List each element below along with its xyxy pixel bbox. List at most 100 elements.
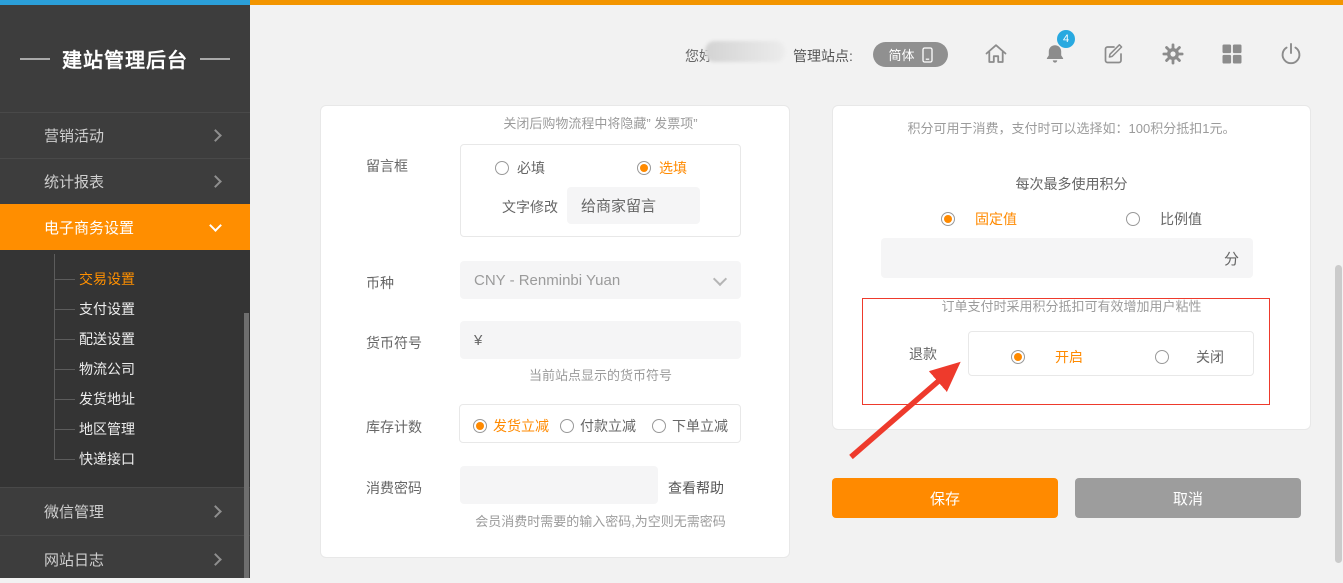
stock-option-order-radio[interactable]: 下单立减 [652,416,728,436]
sidebar-top-strip [0,0,250,5]
submenu-item-logistics-company[interactable]: 物流公司 [0,354,250,384]
title-dash-right [200,58,230,60]
message-text-value: 给商家留言 [581,195,656,216]
app-title-text: 建站管理后台 [62,44,188,73]
currency-symbol-note: 当前站点显示的货币符号 [460,365,741,384]
app-title: 建站管理后台 [0,5,250,112]
stock-count-group: 发货立减 付款立减 下单立减 [459,404,741,443]
radio-label: 发货立减 [493,416,549,436]
points-settings-panel: 积分可用于消费，支付时可以选择如：100积分抵扣1元。 每次最多使用积分 固定值… [832,105,1311,430]
submenu-item-region-management[interactable]: 地区管理 [0,414,250,444]
submenu-item-trade-settings[interactable]: 交易设置 [0,264,250,294]
save-button[interactable]: 保存 [832,478,1058,518]
chevron-right-icon [209,129,222,142]
ratio-value-radio[interactable]: 比例值 [1126,209,1202,229]
message-required-radio[interactable]: 必填 [495,158,545,178]
consume-password-label: 消费密码 [366,478,422,498]
message-box-label: 留言框 [366,156,408,176]
sidebar-item-label: 营销活动 [44,125,104,146]
chevron-down-icon [209,219,222,232]
sidebar: 建站管理后台 营销活动 统计报表 电子商务设置 交易设置 支付设置 配送设置 物… [0,0,250,578]
submenu-item-express-api[interactable]: 快递接口 [0,444,250,474]
settings-gear-icon[interactable] [1160,41,1186,67]
radio-label: 开启 [1055,347,1083,367]
sidebar-item-label: 统计报表 [44,171,104,192]
radio-label: 付款立减 [580,416,636,436]
currency-value: CNY - Renminbi Yuan [474,272,620,289]
submenu-item-shipping-address[interactable]: 发货地址 [0,384,250,414]
points-note: 积分可用于消费，支付时可以选择如：100积分抵扣1元。 [833,118,1310,137]
radio-selected-icon [1011,350,1025,364]
main-top-strip [250,0,1343,5]
message-optional-radio[interactable]: 选填 [637,158,687,178]
text-edit-label: 文字修改 [502,197,558,217]
radio-label: 固定值 [975,209,1017,229]
radio-unselected-icon [495,161,509,175]
chevron-right-icon [209,175,222,188]
trade-settings-panel: 关闭后购物流程中将隐藏” 发票项” 留言框 必填 选填 文字修改 给商家留言 币… [320,105,790,558]
currency-label: 币种 [366,273,394,293]
site-language-pill[interactable]: 简体 [873,42,948,67]
refund-label: 退款 [909,344,937,364]
radio-unselected-icon [560,419,574,433]
points-value-input[interactable]: 分 [881,238,1253,278]
apps-grid-icon[interactable] [1219,41,1245,67]
refund-group: 开启 关闭 [968,331,1254,376]
chevron-down-icon [713,272,727,286]
edit-icon[interactable] [1101,41,1127,67]
stock-count-label: 库存计数 [366,417,422,437]
radio-label: 关闭 [1196,347,1224,367]
manage-site-label: 管理站点: [793,46,853,66]
cancel-button[interactable]: 取消 [1075,478,1301,518]
radio-selected-icon [473,419,487,433]
chevron-right-icon [209,505,222,518]
sidebar-item-label: 网站日志 [44,549,104,570]
fixed-value-radio[interactable]: 固定值 [941,209,1017,229]
currency-symbol-label: 货币符号 [366,333,422,353]
sidebar-item-label: 微信管理 [44,501,104,522]
deduction-note: 订单支付时采用积分抵扣可有效增加用户粘性 [833,296,1310,315]
invoice-note: 关闭后购物流程中将隐藏” 发票项” [460,113,741,132]
home-icon[interactable] [983,41,1009,67]
radio-label: 选填 [659,158,687,178]
radio-selected-icon [637,161,651,175]
stock-option-ship-radio[interactable]: 发货立减 [473,416,549,436]
sidebar-item-site-log[interactable]: 网站日志 [0,535,250,583]
message-box-group: 必填 选填 文字修改 给商家留言 [460,144,741,237]
sidebar-scrollbar[interactable] [244,313,249,578]
sidebar-item-ecommerce-settings[interactable]: 电子商务设置 [0,204,250,250]
currency-symbol-input[interactable]: ¥ [460,321,741,359]
sidebar-item-label: 电子商务设置 [44,217,134,238]
sidebar-item-marketing[interactable]: 营销活动 [0,112,250,158]
sidebar-item-reports[interactable]: 统计报表 [0,158,250,204]
mobile-icon [922,47,933,63]
topbar: 您好 管理站点: 简体 4 [250,5,1343,105]
consume-password-input[interactable] [460,466,658,504]
ecommerce-submenu: 交易设置 支付设置 配送设置 物流公司 发货地址 地区管理 快递接口 [0,250,250,487]
notification-badge: 4 [1057,30,1075,48]
power-logout-icon[interactable] [1278,41,1304,67]
view-help-link[interactable]: 查看帮助 [668,478,724,498]
consume-password-note: 会员消费时需要的输入密码,为空则无需密码 [460,511,741,530]
refund-off-radio[interactable]: 关闭 [1155,347,1224,367]
title-dash-left [20,58,50,60]
stock-option-pay-radio[interactable]: 付款立减 [560,416,636,436]
username-redacted [705,41,785,62]
refund-on-radio[interactable]: 开启 [1011,347,1083,367]
radio-unselected-icon [1126,212,1140,226]
currency-symbol-value: ¥ [474,332,482,349]
submenu-item-delivery-settings[interactable]: 配送设置 [0,324,250,354]
site-language-text: 简体 [888,45,914,64]
currency-select[interactable]: CNY - Renminbi Yuan [460,261,741,299]
radio-unselected-icon [652,419,666,433]
radio-label: 必填 [517,158,545,178]
points-unit-suffix: 分 [1224,248,1239,269]
sidebar-item-wechat[interactable]: 微信管理 [0,487,250,535]
radio-selected-icon [941,212,955,226]
chevron-right-icon [209,553,222,566]
message-text-input[interactable]: 给商家留言 [567,187,700,224]
radio-label: 下单立减 [672,416,728,436]
max-points-label: 每次最多使用积分 [833,174,1310,194]
page-scrollbar[interactable] [1335,265,1342,563]
submenu-item-payment-settings[interactable]: 支付设置 [0,294,250,324]
